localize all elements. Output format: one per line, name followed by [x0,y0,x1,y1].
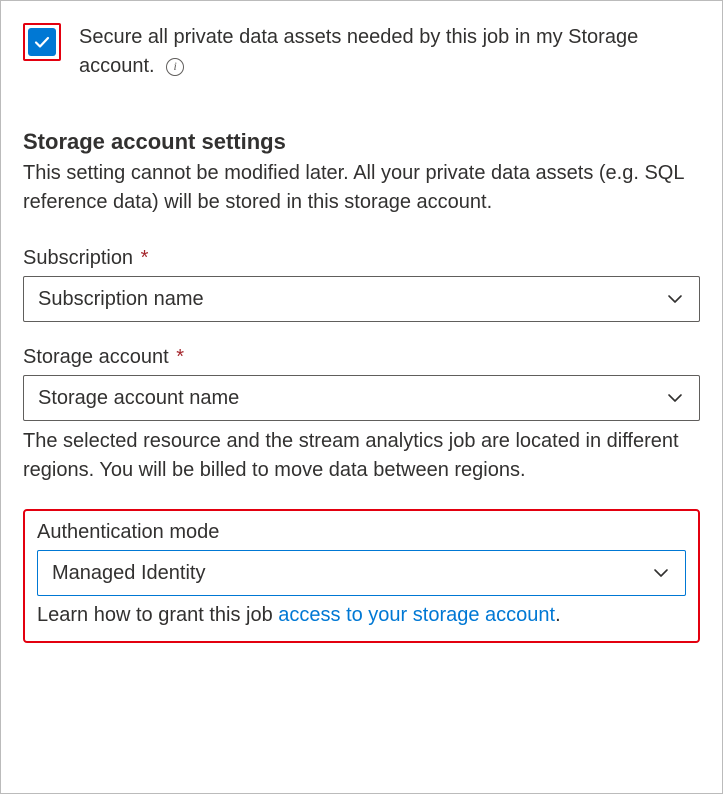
learn-prefix: Learn how to grant this job [37,604,278,626]
learn-suffix: . [555,604,561,626]
subscription-field: Subscription * Subscription name [23,247,700,322]
authentication-mode-label: Authentication mode [37,521,686,544]
chevron-down-icon [651,563,671,583]
secure-assets-text: Secure all private data assets needed by… [79,26,638,77]
storage-account-select[interactable]: Storage account name [23,375,700,421]
secure-assets-checkbox[interactable] [28,28,56,56]
authentication-mode-select[interactable]: Managed Identity [37,550,686,596]
subscription-select[interactable]: Subscription name [23,276,700,322]
storage-account-helper: The selected resource and the stream ana… [23,427,700,485]
settings-panel: Secure all private data assets needed by… [0,0,723,794]
section-heading: Storage account settings [23,129,700,155]
learn-more-line: Learn how to grant this job access to yo… [37,604,686,627]
checkmark-icon [33,33,51,51]
storage-account-value: Storage account name [38,387,239,410]
section-description: This setting cannot be modified later. A… [23,159,700,217]
required-indicator: * [171,346,184,368]
chevron-down-icon [665,388,685,408]
authentication-mode-value: Managed Identity [52,562,205,585]
storage-account-field: Storage account * Storage account name T… [23,346,700,485]
storage-account-label: Storage account * [23,346,700,369]
subscription-label: Subscription * [23,247,700,270]
required-indicator: * [135,247,148,269]
storage-account-label-text: Storage account [23,346,169,368]
chevron-down-icon [665,289,685,309]
learn-more-link[interactable]: access to your storage account [278,604,555,626]
secure-assets-row: Secure all private data assets needed by… [23,23,700,81]
subscription-value: Subscription name [38,288,204,311]
authentication-highlight: Authentication mode Managed Identity Lea… [23,509,700,643]
subscription-label-text: Subscription [23,247,133,269]
secure-assets-label: Secure all private data assets needed by… [79,23,700,81]
info-icon[interactable]: i [166,58,184,76]
checkbox-highlight [23,23,61,61]
